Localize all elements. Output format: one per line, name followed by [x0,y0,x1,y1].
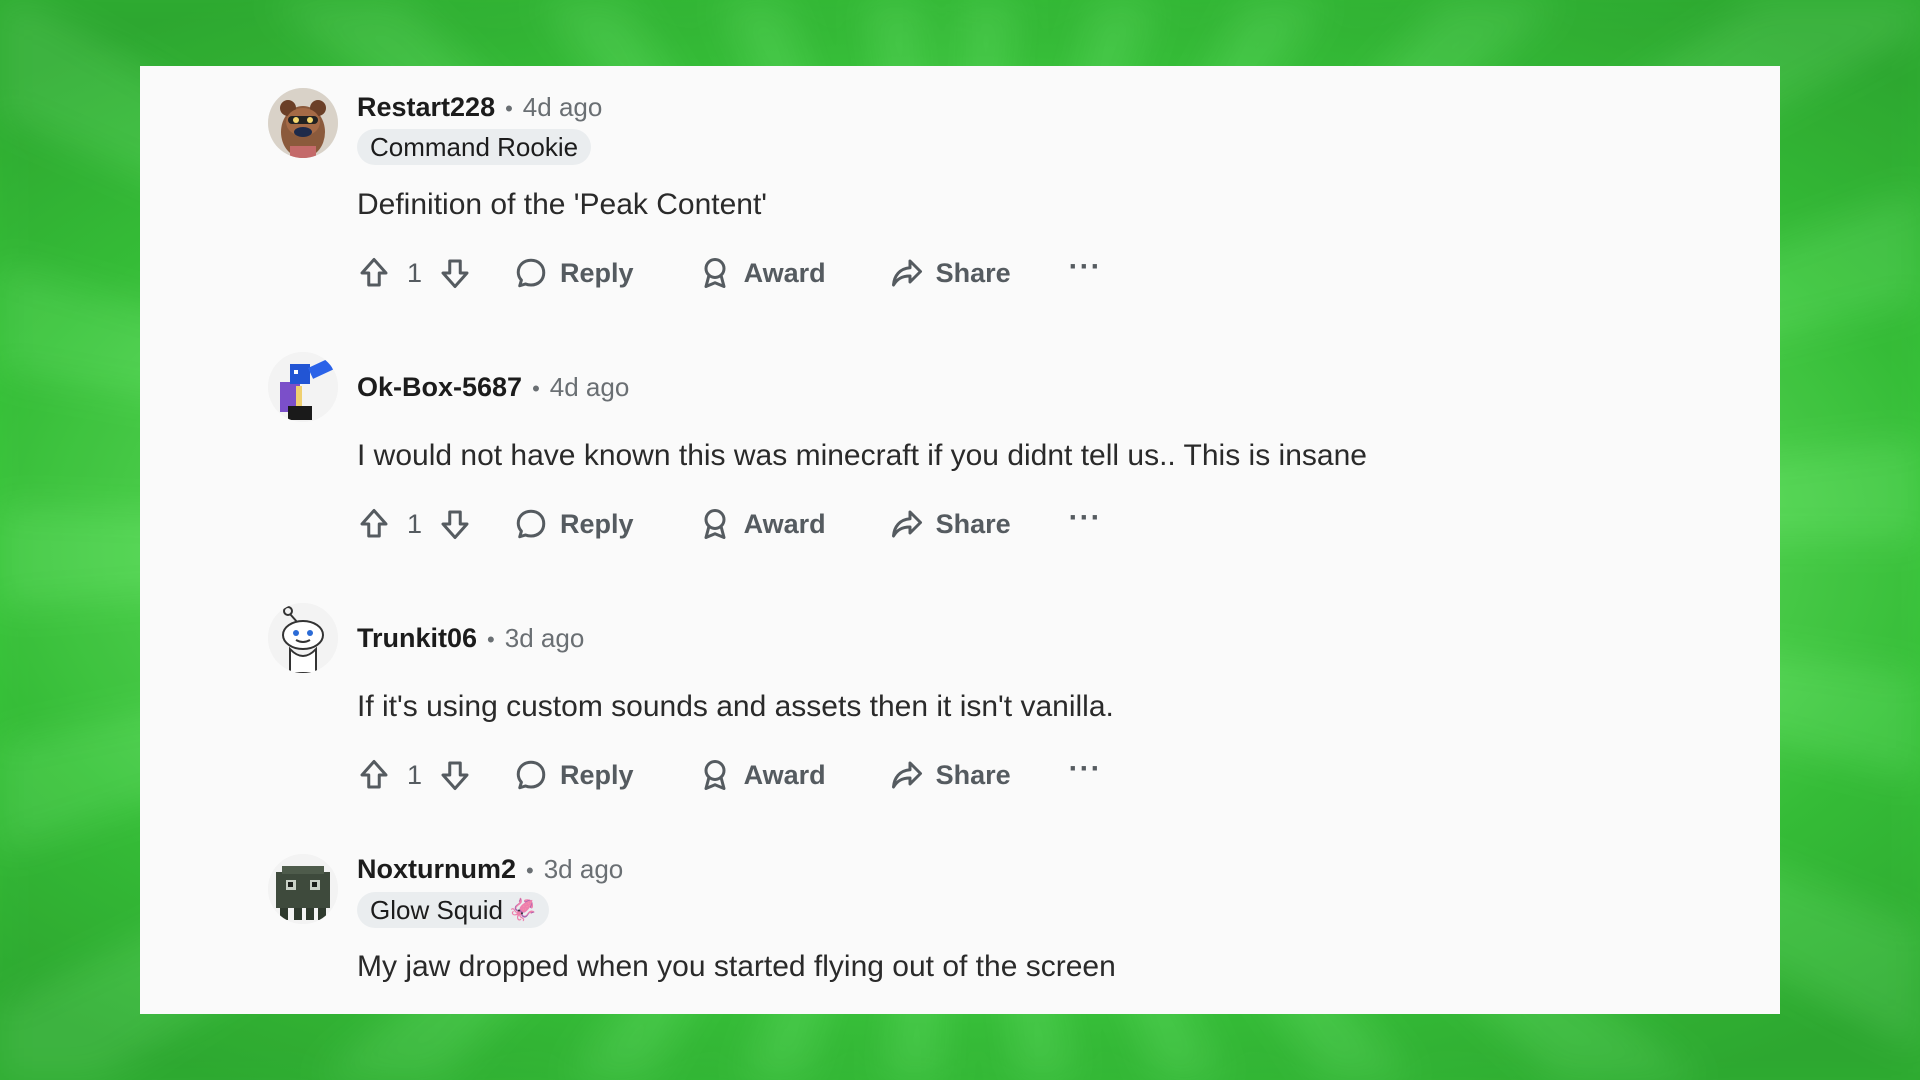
avatar[interactable] [268,854,338,924]
award-ribbon-icon [696,756,734,794]
avatar[interactable] [268,352,338,422]
comment-header: Ok-Box-5687 • 4d ago [357,372,629,403]
reply-label: Reply [560,508,634,539]
downvote-arrow-icon[interactable] [436,505,474,543]
reply-button[interactable]: Reply [512,756,634,794]
upvote-arrow-icon[interactable] [355,505,393,543]
downvote-arrow-icon[interactable] [436,254,474,292]
award-button[interactable]: Award [696,756,826,794]
speech-bubble-icon [512,505,550,543]
vote-count: 1 [407,759,423,790]
share-arrow-icon [888,505,926,543]
username[interactable]: Ok-Box-5687 [357,372,522,403]
comment-header: Noxturnum2 • 3d ago [357,854,623,885]
share-arrow-icon [888,756,926,794]
blocky-character-avatar-icon [268,352,338,422]
reply-label: Reply [560,759,634,790]
award-ribbon-icon [696,254,734,292]
vote-count: 1 [407,508,423,539]
speech-bubble-icon [512,254,550,292]
upvote-arrow-icon[interactable] [355,254,393,292]
separator-dot: • [526,858,534,883]
more-options-icon[interactable]: ··· [1069,252,1102,282]
award-label: Award [743,257,826,288]
username[interactable]: Noxturnum2 [357,854,516,885]
share-label: Share [935,759,1011,790]
award-label: Award [743,759,826,790]
award-button[interactable]: Award [696,254,826,292]
more-options-icon[interactable]: ··· [1069,503,1102,533]
reply-button[interactable]: Reply [512,505,634,543]
share-button[interactable]: Share [888,505,1011,543]
user-flair: Command Rookie [357,129,592,165]
comment-actions: 1 Reply Award Share ··· [355,753,1102,797]
user-flair: Glow Squid 🦑 [357,892,550,928]
reply-label: Reply [560,257,634,288]
award-ribbon-icon [696,505,734,543]
bear-avatar-icon [268,88,338,158]
vote-count: 1 [407,257,423,288]
separator-dot: • [487,627,495,652]
share-arrow-icon [888,254,926,292]
comment-header: Trunkit06 • 3d ago [357,623,584,654]
vote-controls: 1 [355,756,474,794]
timestamp[interactable]: 4d ago [523,92,603,123]
downvote-arrow-icon[interactable] [436,756,474,794]
squid-avatar-icon [268,854,338,924]
more-options-icon[interactable]: ··· [1069,754,1102,784]
username[interactable]: Restart228 [357,92,495,123]
reply-button[interactable]: Reply [512,254,634,292]
speech-bubble-icon [512,756,550,794]
timestamp[interactable]: 3d ago [505,623,585,654]
share-label: Share [935,508,1011,539]
share-button[interactable]: Share [888,254,1011,292]
squid-emoji-icon: 🦑 [508,897,537,922]
comment-body: My jaw dropped when you started flying o… [357,950,1116,983]
comment-actions: 1 Reply Award Share ··· [355,502,1102,546]
snoo-avatar-icon [268,603,338,673]
comment-actions: 1 Reply Award Share ··· [355,251,1102,295]
share-button[interactable]: Share [888,756,1011,794]
upvote-arrow-icon[interactable] [355,756,393,794]
flair-label: Glow Squid [370,895,503,925]
vote-controls: 1 [355,254,474,292]
award-label: Award [743,508,826,539]
username[interactable]: Trunkit06 [357,623,477,654]
avatar[interactable] [268,88,338,158]
separator-dot: • [532,376,540,401]
comment-body: If it's using custom sounds and assets t… [357,690,1114,723]
flair-label: Command Rookie [370,132,579,162]
separator-dot: • [505,96,513,121]
vote-controls: 1 [355,505,474,543]
comment-body: I would not have known this was minecraf… [357,439,1367,472]
avatar[interactable] [268,603,338,673]
comment-body: Definition of the 'Peak Content' [357,188,768,221]
timestamp[interactable]: 3d ago [544,854,624,885]
award-button[interactable]: Award [696,505,826,543]
comments-panel: Restart228 • 4d ago Command Rookie Defin… [140,66,1780,1014]
comment-header: Restart228 • 4d ago [357,92,602,123]
timestamp[interactable]: 4d ago [550,372,630,403]
share-label: Share [935,257,1011,288]
